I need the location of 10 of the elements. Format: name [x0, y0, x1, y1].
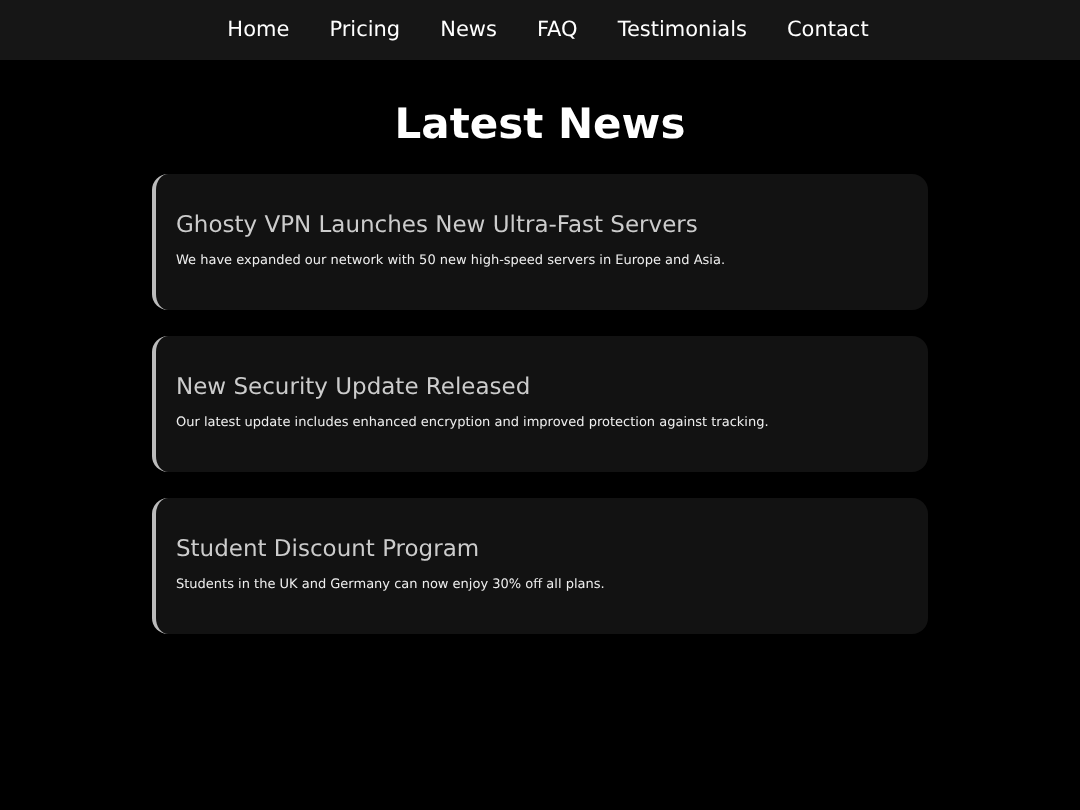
nav-link[interactable]: Home — [227, 18, 290, 42]
news-title: New Security Update Released — [176, 370, 533, 402]
news-title: Ghosty VPN Launches New Ultra-Fast Servers — [176, 208, 700, 240]
news-title: Student Discount Program — [176, 532, 482, 564]
nav-link[interactable]: FAQ — [536, 18, 578, 42]
nav-link[interactable]: Testimonials — [617, 18, 747, 42]
nav-link[interactable]: News — [440, 18, 497, 42]
page-title: Latest News — [392, 98, 688, 150]
nav-link[interactable]: Pricing — [329, 18, 401, 42]
nav-link[interactable]: Contact — [786, 18, 869, 42]
